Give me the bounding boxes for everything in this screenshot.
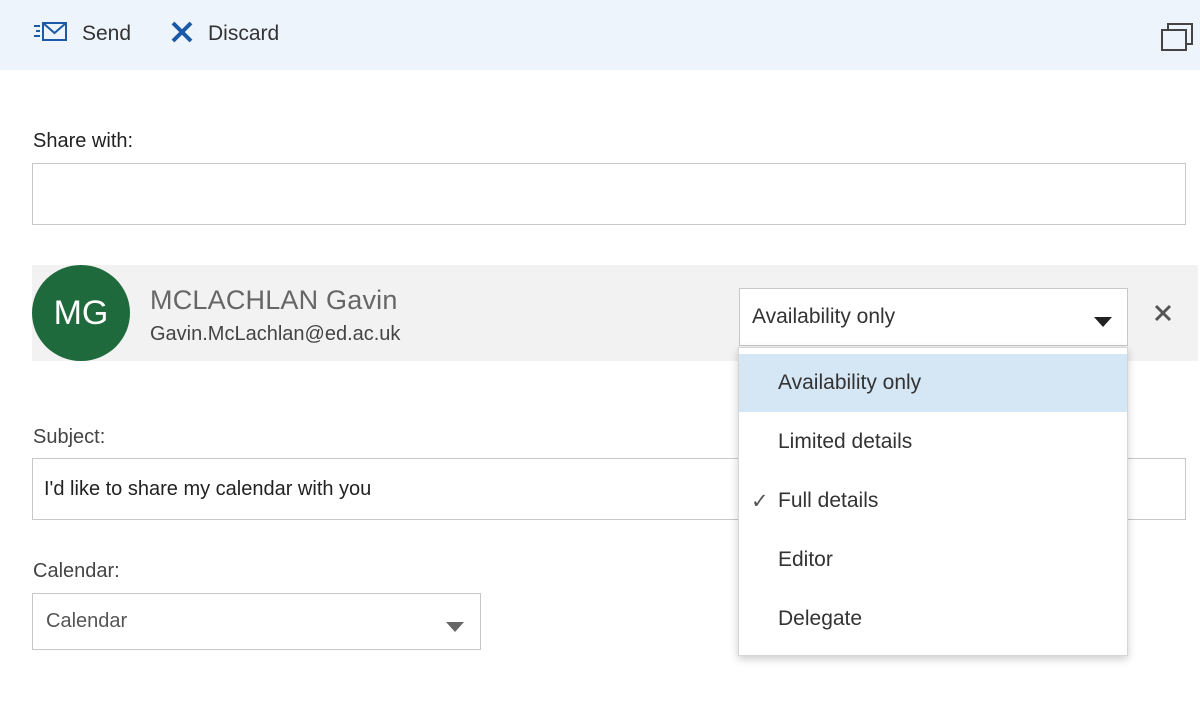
recipient-email: Gavin.McLachlan@ed.ac.uk [150, 323, 401, 345]
option-label: Full details [778, 489, 879, 512]
chevron-down-icon [446, 619, 464, 637]
permission-option-availability-only[interactable]: Availability only [739, 354, 1127, 412]
command-bar: Send Discard [0, 0, 1200, 70]
permission-select-value: Availability only [752, 305, 896, 328]
option-label: Availability only [778, 371, 922, 394]
option-label: Limited details [778, 430, 913, 453]
permission-select[interactable]: Availability only [739, 288, 1128, 346]
discard-x-icon [170, 20, 194, 49]
share-with-input[interactable] [32, 163, 1186, 225]
chevron-down-icon [1094, 314, 1112, 332]
discard-button[interactable]: Discard [170, 20, 279, 48]
subject-label: Subject: [33, 426, 106, 448]
recipient-name: MCLACHLAN Gavin [150, 285, 398, 315]
share-with-label: Share with: [33, 130, 134, 152]
permission-option-full-details[interactable]: ✓ Full details [739, 472, 1127, 530]
avatar: MG [32, 265, 130, 361]
remove-recipient-icon[interactable] [1153, 303, 1173, 323]
send-button[interactable]: Send [34, 20, 131, 48]
permission-option-delegate[interactable]: Delegate [739, 590, 1127, 648]
pop-out-icon[interactable] [1160, 22, 1194, 52]
send-label: Send [82, 22, 132, 45]
calendar-label: Calendar: [33, 560, 120, 582]
permission-option-editor[interactable]: Editor [739, 531, 1127, 589]
checkmark-icon: ✓ [751, 490, 769, 513]
permission-option-limited-details[interactable]: Limited details [739, 413, 1127, 471]
send-mail-icon [34, 21, 68, 48]
option-label: Editor [778, 548, 833, 571]
discard-label: Discard [208, 22, 280, 45]
permission-dropdown-menu: Availability only Limited details ✓ Full… [738, 347, 1128, 656]
calendar-select[interactable]: Calendar [32, 593, 481, 650]
calendar-select-value: Calendar [46, 610, 128, 632]
option-label: Delegate [778, 607, 863, 630]
